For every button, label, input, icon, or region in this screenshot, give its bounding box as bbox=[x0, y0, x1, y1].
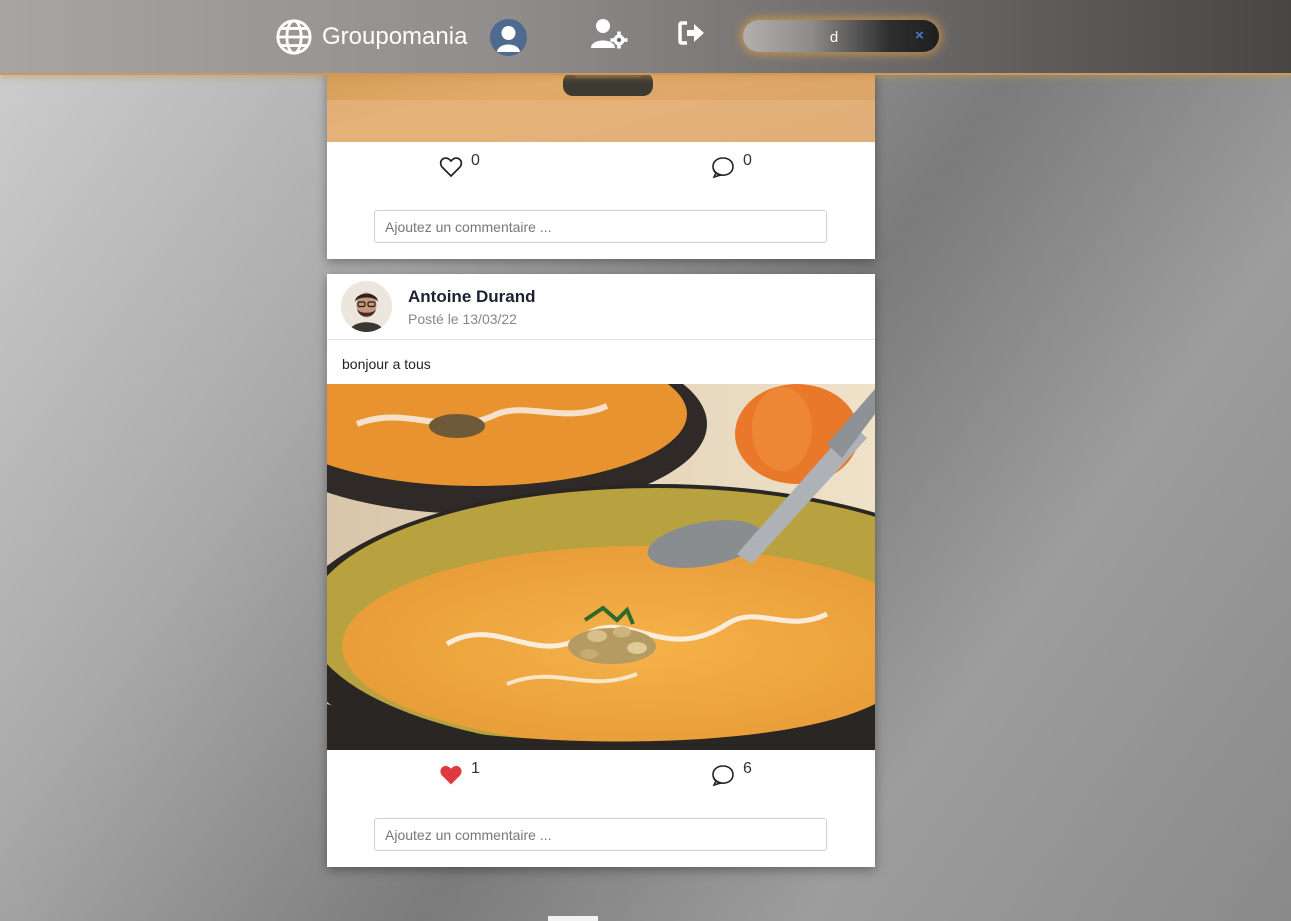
comment-bubble-icon bbox=[712, 157, 734, 178]
like-button[interactable]: 1 bbox=[439, 760, 480, 786]
globe-icon bbox=[276, 19, 312, 55]
author-avatar[interactable] bbox=[341, 281, 392, 332]
post-header: Antoine Durand Posté le 13/03/22 bbox=[327, 274, 875, 340]
scroll-indicator bbox=[548, 916, 598, 921]
like-count: 1 bbox=[471, 760, 480, 777]
comment-toggle-button[interactable]: 6 bbox=[711, 760, 752, 786]
user-settings-icon bbox=[591, 19, 628, 49]
comment-bubble-icon bbox=[712, 765, 734, 786]
comment-input[interactable] bbox=[374, 818, 827, 851]
like-button[interactable]: 0 bbox=[439, 152, 480, 178]
search-bar: × bbox=[743, 20, 939, 52]
post-card: Antoine Durand Posté le 13/03/22 bonjour… bbox=[327, 274, 875, 867]
app-name: Groupomania bbox=[322, 23, 468, 50]
user-avatar-icon bbox=[490, 19, 527, 56]
search-clear-button[interactable]: × bbox=[915, 27, 924, 45]
author-name[interactable]: Antoine Durand bbox=[408, 287, 536, 307]
heart-outline-icon bbox=[439, 157, 463, 178]
user-settings-button[interactable] bbox=[590, 18, 630, 50]
comment-input[interactable] bbox=[374, 210, 827, 243]
profile-avatar-button[interactable] bbox=[490, 19, 527, 56]
logout-button[interactable] bbox=[678, 20, 706, 46]
comment-toggle-button[interactable]: 0 bbox=[711, 152, 752, 178]
post-text: bonjour a tous bbox=[342, 356, 431, 372]
like-count: 0 bbox=[471, 152, 480, 169]
search-input[interactable] bbox=[757, 24, 911, 50]
comment-count: 6 bbox=[743, 760, 752, 777]
comment-count: 0 bbox=[743, 152, 752, 169]
top-navbar: Groupomania × bbox=[0, 0, 1291, 75]
heart-filled-icon bbox=[440, 765, 462, 785]
post-actions: 0 0 bbox=[327, 152, 875, 182]
post-image bbox=[327, 384, 875, 750]
post-actions: 1 6 bbox=[327, 760, 875, 790]
logo-link[interactable]: Groupomania bbox=[275, 18, 467, 56]
sign-out-icon bbox=[678, 21, 704, 45]
post-date: Posté le 13/03/22 bbox=[408, 311, 517, 327]
